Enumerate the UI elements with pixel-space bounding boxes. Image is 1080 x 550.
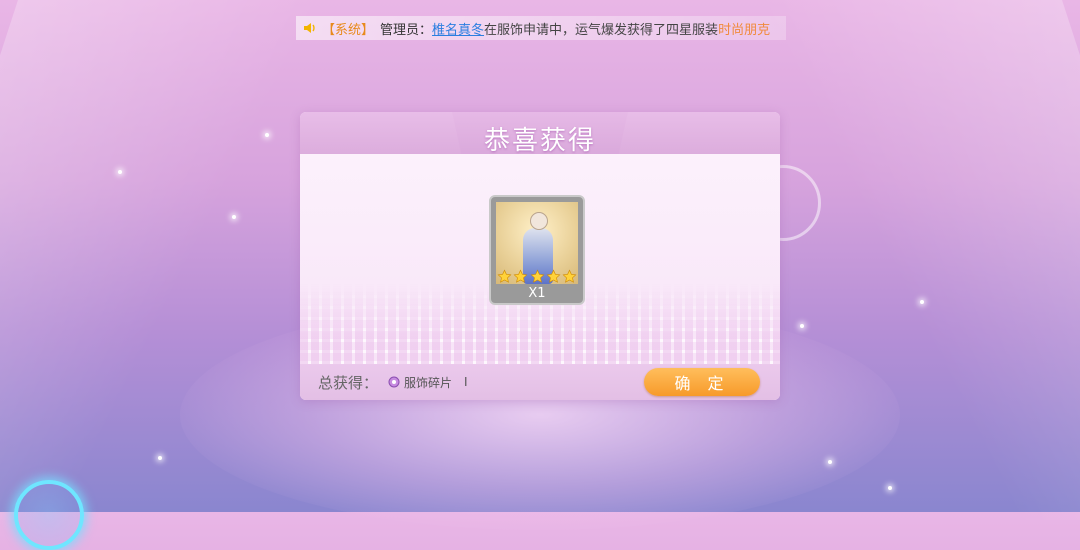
sparkle bbox=[920, 300, 924, 304]
dialog-footer: 总获得： 服饰碎片 I 确 定 bbox=[300, 364, 780, 400]
total-label: 总获得： bbox=[318, 373, 379, 392]
sparkle bbox=[265, 133, 269, 137]
reward-item-card[interactable]: X1 bbox=[489, 195, 585, 305]
costume-figure-head bbox=[530, 212, 548, 230]
dialog-title: 恭喜获得 bbox=[483, 126, 596, 156]
star-icon bbox=[530, 269, 544, 283]
player-name-link[interactable]: 椎名真冬 bbox=[432, 19, 484, 38]
speaker-icon bbox=[302, 20, 318, 36]
shard-icon bbox=[388, 376, 400, 388]
sparkle bbox=[800, 324, 804, 328]
announcement-tag: 【系统】 bbox=[322, 22, 375, 38]
announcement-text: 在服饰申请中，运气爆发获得了四星服装 bbox=[484, 22, 719, 38]
sparkle bbox=[828, 460, 832, 464]
shard-name: 服饰碎片 bbox=[404, 375, 453, 390]
confirm-button[interactable]: 确 定 bbox=[644, 368, 760, 396]
announcement-bar: 【系统】 管理员： 椎名真冬 在服饰申请中，运气爆发获得了四星服装 时尚朋克 bbox=[296, 16, 786, 40]
sparkle bbox=[118, 170, 122, 174]
shard-count: I bbox=[464, 375, 468, 389]
announcement-speaker: 管理员： bbox=[380, 22, 433, 38]
reward-quantity: X1 bbox=[528, 286, 546, 301]
sparkle bbox=[232, 215, 236, 219]
star-icon bbox=[562, 269, 577, 283]
reward-dialog: 恭喜获得 X1 总获得： 服饰碎片 I 确 定 bbox=[300, 112, 780, 400]
sparkle bbox=[888, 486, 892, 490]
star-icon bbox=[497, 269, 512, 283]
star-icon bbox=[513, 269, 528, 283]
announcement-item-name: 时尚朋克 bbox=[718, 22, 771, 38]
rarity-stars bbox=[497, 269, 577, 284]
menu-orb-button[interactable] bbox=[14, 480, 84, 550]
sparkle bbox=[158, 456, 162, 460]
star-icon bbox=[546, 269, 561, 283]
